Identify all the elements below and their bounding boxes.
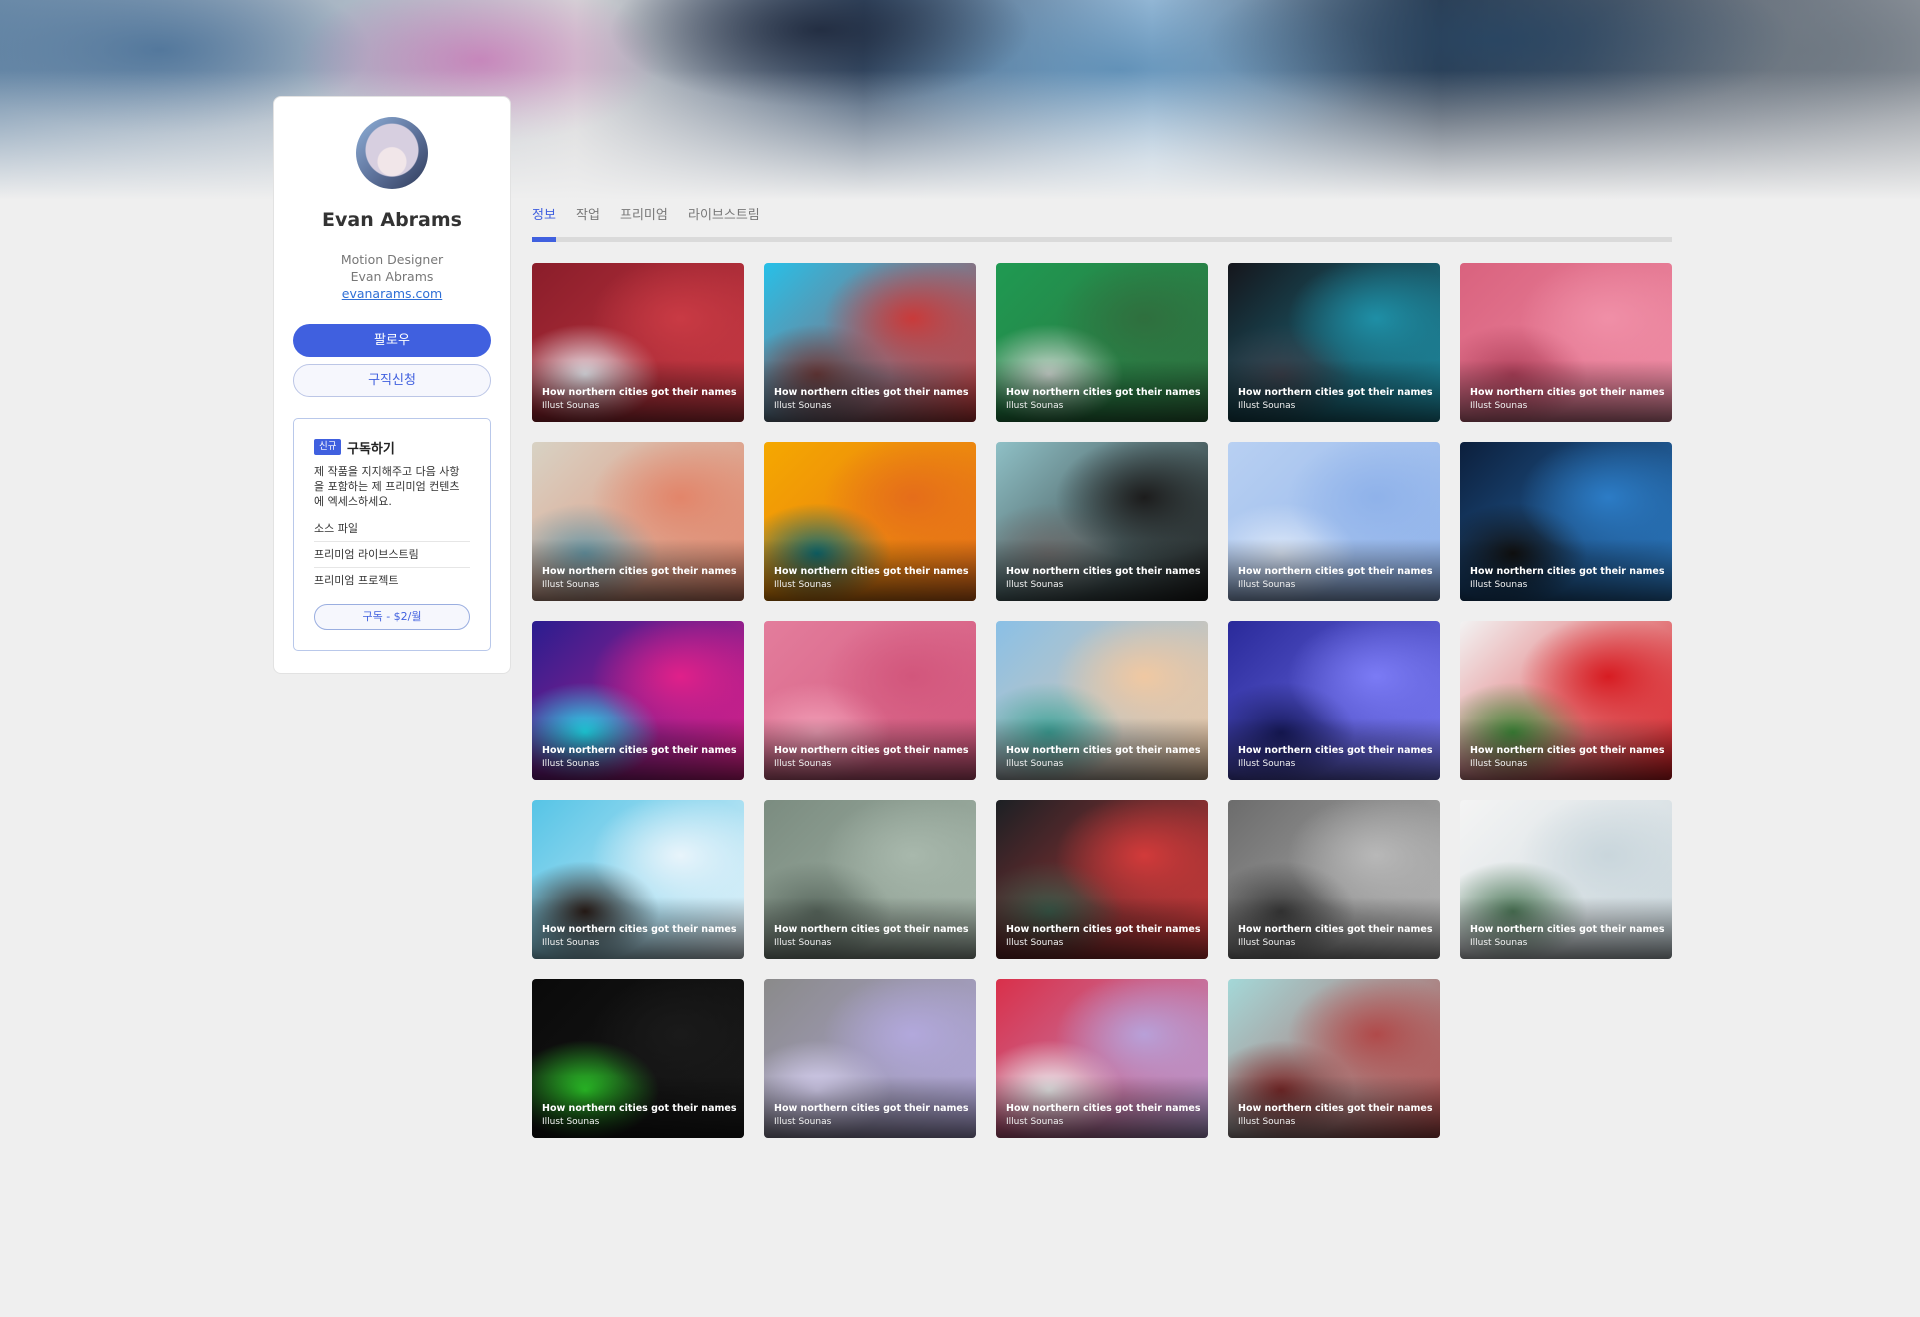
- project-author: Illust Sounas: [774, 759, 832, 769]
- project-author: Illust Sounas: [1238, 759, 1296, 769]
- project-title: How northern cities got their names: [1238, 745, 1433, 756]
- project-author: Illust Sounas: [1470, 580, 1528, 590]
- project-card[interactable]: How northern cities got their names Illus…: [996, 263, 1208, 422]
- subscription-box: 신규 구독하기 제 작품을 지지해주고 다음 사항을 포함하는 제 프리미엄 컨…: [293, 418, 491, 651]
- project-author: Illust Sounas: [774, 938, 832, 948]
- hire-button[interactable]: 구직신청: [293, 364, 491, 397]
- project-author: Illust Sounas: [774, 580, 832, 590]
- subscribe-button[interactable]: 구독 - $2/월: [314, 604, 470, 630]
- tab-info[interactable]: 정보: [532, 204, 556, 223]
- profile-role: Motion Designer: [340, 252, 444, 267]
- tab-livestream[interactable]: 라이브스트림: [688, 204, 760, 223]
- project-title: How northern cities got their names: [774, 387, 969, 398]
- project-card[interactable]: How northern cities got their names Illus…: [764, 979, 976, 1138]
- project-card[interactable]: How northern cities got their names Illus…: [1460, 621, 1672, 780]
- project-title: How northern cities got their names: [774, 566, 969, 577]
- project-card[interactable]: How northern cities got their names Illus…: [764, 800, 976, 959]
- project-card[interactable]: How northern cities got their names Illus…: [532, 442, 744, 601]
- tab-premium[interactable]: 프리미엄: [620, 204, 668, 223]
- project-title: How northern cities got their names: [1470, 566, 1665, 577]
- project-title: How northern cities got their names: [774, 1103, 969, 1114]
- subscription-description: 제 작품을 지지해주고 다음 사항을 포함하는 제 프리미엄 컨텐츠에 엑세스하…: [314, 465, 460, 508]
- project-card[interactable]: How northern cities got their names Illus…: [1460, 442, 1672, 601]
- project-title: How northern cities got their names: [542, 745, 737, 756]
- project-card[interactable]: How northern cities got their names Illus…: [1460, 263, 1672, 422]
- tab-active-indicator: [532, 237, 556, 242]
- project-author: Illust Sounas: [1238, 938, 1296, 948]
- project-title: How northern cities got their names: [1470, 387, 1665, 398]
- tab-work[interactable]: 작업: [576, 204, 600, 223]
- profile-website-link[interactable]: evanarams.com: [274, 286, 510, 301]
- project-title: How northern cities got their names: [1238, 387, 1433, 398]
- project-author: Illust Sounas: [1238, 401, 1296, 411]
- project-card[interactable]: How northern cities got their names Illus…: [532, 800, 744, 959]
- project-card[interactable]: How northern cities got their names Illus…: [996, 621, 1208, 780]
- project-author: Illust Sounas: [542, 401, 600, 411]
- perk-source-files: 소스 파일: [314, 516, 470, 542]
- project-author: Illust Sounas: [542, 759, 600, 769]
- project-title: How northern cities got their names: [542, 566, 737, 577]
- project-author: Illust Sounas: [1470, 401, 1528, 411]
- project-title: How northern cities got their names: [1470, 924, 1665, 935]
- project-title: How northern cities got their names: [542, 924, 737, 935]
- project-author: Illust Sounas: [774, 1117, 832, 1127]
- project-author: Illust Sounas: [542, 1117, 600, 1127]
- project-author: Illust Sounas: [1006, 759, 1064, 769]
- project-title: How northern cities got their names: [774, 745, 969, 756]
- project-title: How northern cities got their names: [542, 1103, 737, 1114]
- project-title: How northern cities got their names: [1238, 566, 1433, 577]
- project-title: How northern cities got their names: [1238, 924, 1433, 935]
- perk-premium-projects: 프리미엄 프로젝트: [314, 574, 399, 587]
- project-author: Illust Sounas: [1238, 1117, 1296, 1127]
- project-card[interactable]: How northern cities got their names Illus…: [532, 263, 744, 422]
- project-title: How northern cities got their names: [542, 387, 737, 398]
- project-title: How northern cities got their names: [1006, 924, 1201, 935]
- project-title: How northern cities got their names: [1006, 745, 1201, 756]
- project-card[interactable]: How northern cities got their names Illus…: [1228, 263, 1440, 422]
- project-author: Illust Sounas: [1006, 938, 1064, 948]
- project-author: Illust Sounas: [1006, 401, 1064, 411]
- follow-button[interactable]: 팔로우: [293, 324, 491, 357]
- project-card[interactable]: How northern cities got their names Illus…: [1460, 800, 1672, 959]
- project-card[interactable]: How northern cities got their names Illus…: [1228, 800, 1440, 959]
- project-card[interactable]: How northern cities got their names Illus…: [764, 621, 976, 780]
- project-card[interactable]: How northern cities got their names Illus…: [996, 979, 1208, 1138]
- project-author: Illust Sounas: [1006, 580, 1064, 590]
- project-card[interactable]: How northern cities got their names Illus…: [996, 800, 1208, 959]
- project-card[interactable]: How northern cities got their names Illus…: [1228, 442, 1440, 601]
- project-title: How northern cities got their names: [774, 924, 969, 935]
- project-author: Illust Sounas: [1470, 938, 1528, 948]
- project-card[interactable]: How northern cities got their names Illus…: [532, 621, 744, 780]
- project-author: Illust Sounas: [542, 938, 600, 948]
- project-title: How northern cities got their names: [1006, 566, 1201, 577]
- project-author: Illust Sounas: [542, 580, 600, 590]
- project-title: How northern cities got their names: [1006, 1103, 1201, 1114]
- profile-card: Evan Abrams Motion Designer Evan Abrams …: [273, 96, 511, 674]
- project-author: Illust Sounas: [774, 401, 832, 411]
- project-card[interactable]: How northern cities got their names Illus…: [996, 442, 1208, 601]
- project-author: Illust Sounas: [1006, 1117, 1064, 1127]
- avatar[interactable]: [356, 117, 428, 189]
- perk-premium-livestream: 프리미엄 라이브스트림: [314, 542, 470, 568]
- project-title: How northern cities got their names: [1470, 745, 1665, 756]
- profile-realname: Evan Abrams: [350, 269, 434, 284]
- project-title: How northern cities got their names: [1006, 387, 1201, 398]
- project-author: Illust Sounas: [1238, 580, 1296, 590]
- project-card[interactable]: How northern cities got their names Illus…: [764, 263, 976, 422]
- project-card[interactable]: How northern cities got their names Illus…: [1228, 979, 1440, 1138]
- profile-name: Evan Abrams: [322, 209, 462, 231]
- project-card[interactable]: How northern cities got their names Illus…: [532, 979, 744, 1138]
- new-badge: 신규: [314, 439, 342, 455]
- tab-rail: [532, 237, 1672, 242]
- project-title: How northern cities got their names: [1238, 1103, 1433, 1114]
- project-author: Illust Sounas: [1470, 759, 1528, 769]
- project-card[interactable]: How northern cities got their names Illus…: [1228, 621, 1440, 780]
- subscription-title: 구독하기: [347, 442, 395, 457]
- project-card[interactable]: How northern cities got their names Illus…: [764, 442, 976, 601]
